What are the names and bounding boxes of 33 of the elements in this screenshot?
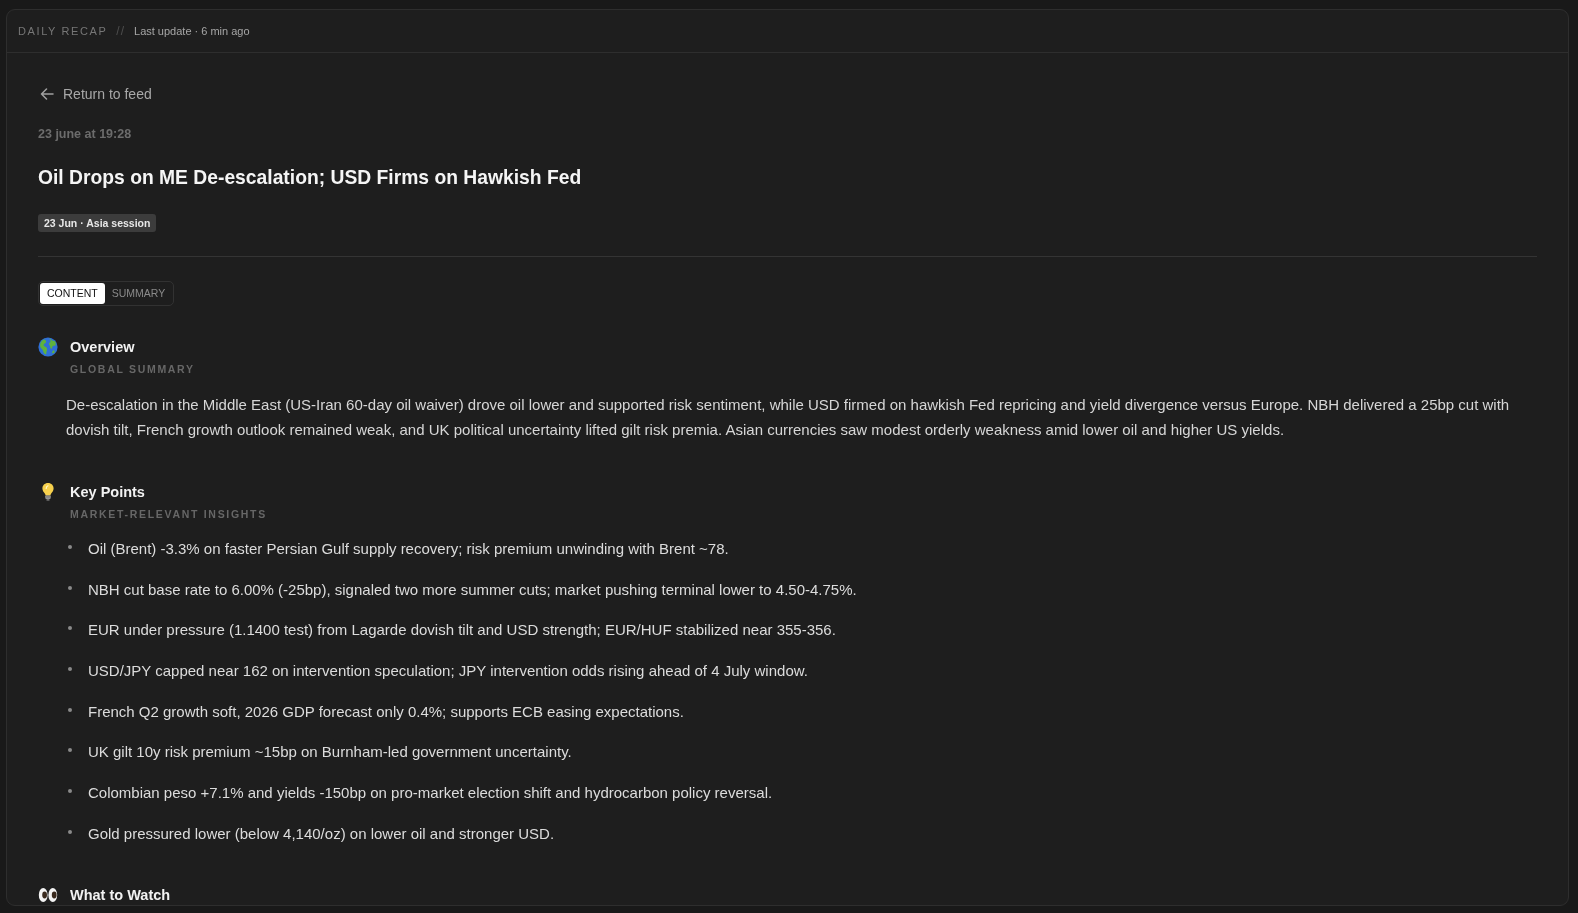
key-point-text: French Q2 growth soft, 2026 GDP forecast only 0.4%; supports ECB easing expectations. (88, 701, 684, 722)
section-subtitle: GLOBAL SUMMARY (70, 362, 196, 376)
bullet-dot-icon (68, 707, 72, 712)
key-point-text: Oil (Brent) -3.3% on faster Persian Gulf supply recovery; risk premium unwinding with Brent ~78. (88, 539, 729, 559)
globe-icon (38, 337, 58, 357)
section-heading: What to Watch (70, 885, 171, 905)
key-point-text: Colombian peso +7.1% and yields -150bp on pro-market election shift and hydrocarbon policy reversal. (88, 783, 773, 804)
section-heading: Overview (70, 338, 135, 357)
session-tag: 23 Jun · Asia session (38, 214, 157, 232)
key-point-text: USD/JPY capped near 162 on intervention speculation; JPY intervention odds rising ahead of 4 July window. (88, 661, 808, 682)
last-update-text: Last update · 6 min ago (134, 25, 250, 37)
bullet-dot-icon (68, 667, 72, 672)
bullet-dot-icon (68, 789, 72, 794)
bullet-dot-icon (68, 748, 72, 753)
key-point-text: NBH cut base rate to 6.00% (-25bp), signaled two more summer cuts; market pushing terminal lower to 4.50-4.75%. (88, 579, 857, 600)
tab[interactable]: CONTENT (40, 283, 105, 304)
bullet-dot-icon (68, 626, 72, 631)
back-arrow-icon (40, 88, 54, 100)
bullet-dot-icon (68, 545, 72, 549)
section-heading: Key Points (70, 483, 145, 502)
section-subtitle: MARKET-RELEVANT INSIGHTS (70, 507, 268, 521)
back-link[interactable]: Return to feed (38, 84, 152, 104)
key-point-text: Gold pressured lower (below 4,140/oz) on lower oil and stronger USD. (88, 823, 555, 844)
overview-paragraph: De-escalation in the Middle East (US-Iran 60-day oil waiver) drove oil lower and supported risk sentiment, while USD firmed on hawkish Fed repricing and yield divergence versus Europe. NBH delivered a 25bp cut with dovish tilt, French growth outlook remained weak, and UK political uncertainty lifted gilt risk premia. Asian currencies saw modest orderly weakness amid lower oil and higher US yields. (66, 395, 1511, 440)
key-point-text: UK gilt 10y risk premium ~15bp on Burnham-led government uncertainty. (88, 742, 572, 763)
article-title: Oil Drops on ME De-escalation; USD Firms on Hawkish Fed (38, 166, 583, 190)
bullet-dot-icon (68, 829, 72, 834)
tab[interactable]: SUMMARY (104, 283, 173, 304)
header-separator: // (116, 24, 125, 38)
date-text: 23 june at 19:28 (38, 126, 133, 142)
header-label: DAILY RECAP (18, 25, 108, 37)
bullet-dot-icon (68, 585, 72, 590)
key-point-text: EUR under pressure (1.1400 test) from Lagarde dovish tilt and USD strength; EUR/HUF stabilized near 355-356. (88, 620, 836, 641)
